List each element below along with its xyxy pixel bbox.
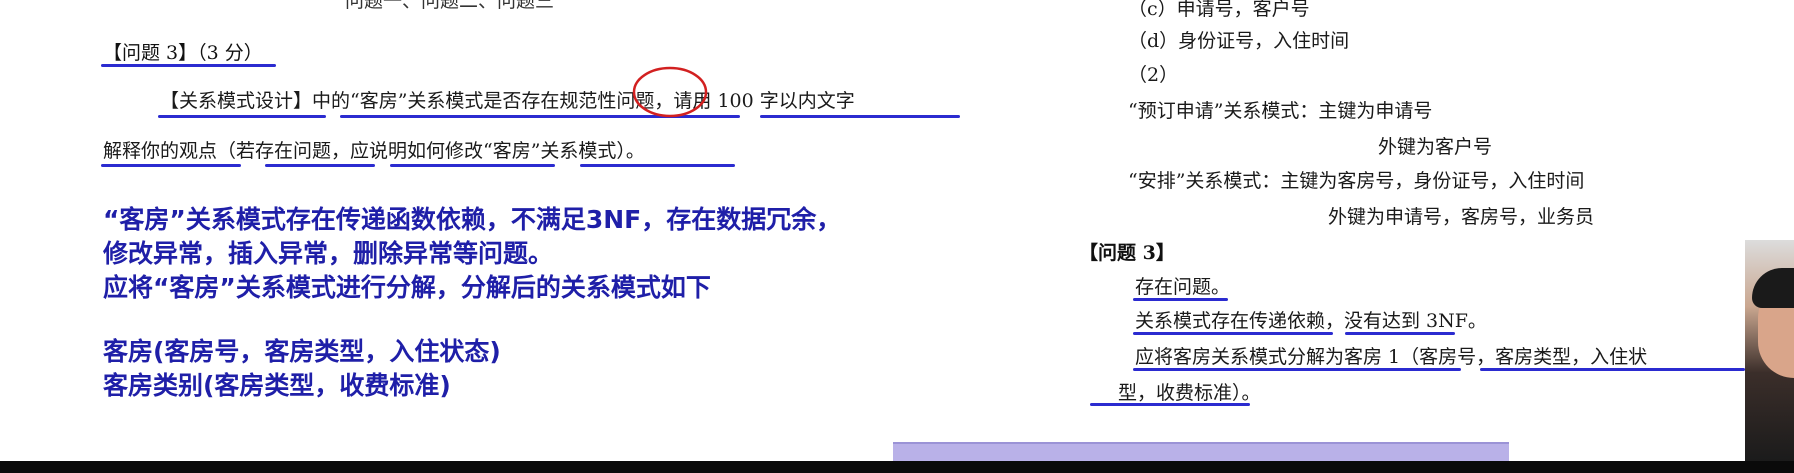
answer-line-2: 修改异常，插入异常，删除异常等问题。 xyxy=(103,239,554,268)
booking-primary-key: “预订申请”关系模式：主键为申请号 xyxy=(1128,100,1433,122)
q3-answer-line-2: 关系模式存在传递依赖，没有达到 3NF。 xyxy=(1135,310,1487,332)
underline-room-schema xyxy=(580,164,735,167)
q3-answer-line-4: 型，收费标准）。 xyxy=(1118,382,1261,404)
underline-q3-line-2b xyxy=(1345,332,1455,335)
underline-explain xyxy=(101,164,241,167)
prompt-line-1: 【关系模式设计】中的“客房”关系模式是否存在规范性问题，请用 100 字以内文字 xyxy=(160,90,855,112)
underline-prompt-end xyxy=(760,115,960,118)
cut-off-heading: 问题一、问题二、问题三 xyxy=(345,0,555,12)
question-3-label: 【问题 3】（3 分） xyxy=(103,42,263,64)
answer-line-1: “客房”关系模式存在传递函数依赖，不满足3NF，存在数据冗余， xyxy=(103,205,842,234)
underline-question-label xyxy=(101,64,276,67)
underline-q3-line-4 xyxy=(1090,403,1250,406)
arrange-primary-key: “安排”关系模式：主键为客房号，身份证号，入住时间 xyxy=(1128,170,1585,192)
underline-if-problem xyxy=(265,164,375,167)
prompt-line-2: 解释你的观点（若存在问题，应说明如何修改“客房”关系模式）。 xyxy=(103,140,645,162)
underline-q3-line-3b xyxy=(1480,368,1745,371)
arrange-foreign-key: 外键为申请号，客房号，业务员 xyxy=(1328,206,1595,228)
underline-q3-line-2a xyxy=(1133,332,1333,335)
q3-answer-line-3: 应将客房关系模式分解为客房 1（客房号，客房类型，入住状 xyxy=(1135,346,1648,368)
answer-line-3: 应将“客房”关系模式进行分解，分解后的关系模式如下 xyxy=(103,273,711,302)
q3-answer-label: 【问题 3】 xyxy=(1079,242,1175,264)
answer-line-4: 客房(客房号，客房类型，入住状态) xyxy=(103,337,501,366)
answer-line-d: （d）身份证号，入住时间 xyxy=(1128,30,1350,52)
underline-how-modify xyxy=(390,164,555,167)
q3-answer-line-1: 存在问题。 xyxy=(1135,276,1231,298)
booking-foreign-key: 外键为客户号 xyxy=(1378,136,1493,158)
video-control-bar xyxy=(0,461,1794,473)
answer-line-5: 客房类别(客房类型，收费标准) xyxy=(103,371,451,400)
red-circle-annotation xyxy=(632,66,708,118)
underline-q3-line-1 xyxy=(1133,298,1228,301)
answer-line-2: （2） xyxy=(1128,64,1179,86)
underline-design-heading xyxy=(158,115,326,118)
underline-q3-line-3a xyxy=(1133,368,1461,371)
answer-line-c: （c）申请号，客户号 xyxy=(1128,0,1310,20)
